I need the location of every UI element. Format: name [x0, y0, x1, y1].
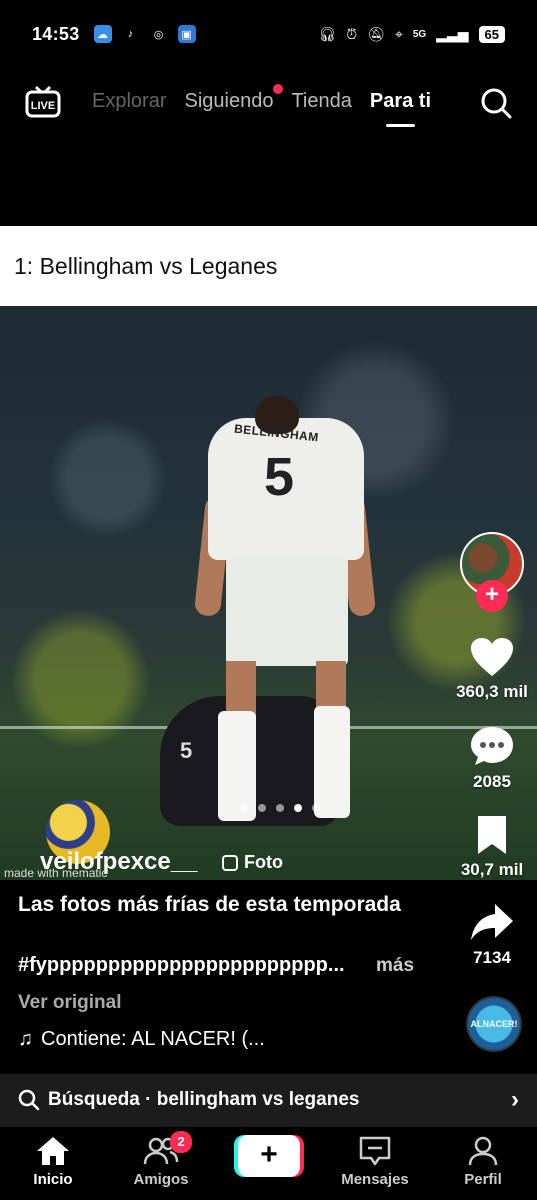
tab-para-ti[interactable]: Para ti: [370, 90, 431, 127]
photo-icon: [222, 854, 238, 871]
tab-siguiendo-label: Siguiendo: [184, 90, 274, 112]
carousel-dot-active: [294, 804, 302, 812]
status-time: 14:53: [32, 23, 80, 44]
tiktok-app-icon: ♪: [127, 28, 134, 40]
profile-icon: [468, 1136, 498, 1166]
location-icon: ⌖: [394, 25, 403, 42]
signal-icon: ▂▃▅: [436, 25, 469, 42]
notification-icons: ☁ ♪ ◎ ▣: [93, 25, 196, 43]
search-icon[interactable]: [479, 86, 513, 120]
follow-button[interactable]: +: [476, 580, 508, 612]
post-hashtags[interactable]: #fyppppppppppppppppppppppp...: [18, 954, 345, 977]
live-icon[interactable]: LIVE: [24, 84, 62, 122]
bookmark-icon: [478, 816, 506, 854]
feed-tabs: Explorar Siguiendo Tienda Para ti: [92, 84, 431, 127]
create-button[interactable]: +: [238, 1135, 300, 1177]
more-link[interactable]: más: [376, 955, 414, 977]
kneeling-player-number: 5: [180, 738, 193, 763]
status-right: 🎧︎ ⏰︎ 🔕︎ ⌖ 5G ▂▃▅ 65: [318, 25, 505, 43]
like-count: 360,3 mil: [456, 682, 528, 701]
top-nav: LIVE Explorar Siguiendo Tienda Para ti: [0, 76, 537, 136]
carousel-dots: [240, 804, 320, 812]
tab-profile[interactable]: Perfil: [438, 1135, 528, 1188]
alarm-icon: ⏰︎: [346, 25, 358, 42]
save-button[interactable]: 30,7 mil: [450, 814, 534, 880]
carousel-dot: [258, 804, 266, 812]
photo-badge: Foto: [222, 852, 283, 873]
search-suggestion-icon: [18, 1089, 40, 1111]
tab-home-label: Inicio: [33, 1171, 73, 1188]
new-content-dot: [273, 84, 284, 94]
post-caption: Las fotos más frías de esta temporada: [18, 893, 401, 916]
comment-icon: [471, 727, 513, 765]
tab-friends[interactable]: Amigos 2: [116, 1131, 206, 1188]
battery-level: 65: [478, 25, 505, 43]
tab-siguiendo[interactable]: Siguiendo: [184, 84, 284, 113]
status-bar: 14:53 ☁ ♪ ◎ ▣ 🎧︎ ⏰︎ 🔕︎ ⌖ 5G ▂▃▅ 65: [0, 0, 537, 68]
friends-badge: 2: [170, 1131, 192, 1153]
home-icon: [37, 1137, 69, 1165]
sound-info[interactable]: ♫ Contiene: AL NACER! (...: [18, 1028, 265, 1051]
post-banner: 1: Bellingham vs Leganes: [0, 226, 537, 306]
comment-button[interactable]: 2085: [450, 724, 534, 792]
nfc-icon: ◎: [153, 28, 164, 41]
share-icon: [471, 904, 513, 940]
tab-home[interactable]: Inicio: [8, 1135, 98, 1188]
tab-tienda[interactable]: Tienda: [291, 90, 351, 113]
sound-disc[interactable]: ALNACER!: [466, 996, 522, 1052]
mute-icon: 🔕︎: [367, 25, 385, 42]
share-button[interactable]: 7134: [450, 902, 534, 968]
bottom-tab-bar: Inicio Amigos 2 + Mensajes Perfil: [0, 1126, 537, 1200]
share-count: 7134: [473, 948, 511, 967]
heart-icon: [471, 638, 513, 676]
chevron-right-icon: ›: [511, 1086, 519, 1113]
sound-title: Contiene: AL NACER! (...: [41, 1028, 265, 1050]
tab-profile-label: Perfil: [464, 1171, 502, 1188]
carousel-dot: [276, 804, 284, 812]
comment-count: 2085: [473, 772, 511, 791]
photo-badge-label: Foto: [244, 852, 283, 872]
carousel-dot: [312, 804, 320, 812]
svg-text:LIVE: LIVE: [31, 100, 55, 112]
search-suggestion-text: Búsqueda · bellingham vs leganes: [48, 1089, 360, 1110]
tab-friends-label: Amigos: [133, 1171, 189, 1188]
store-app-icon: ▣: [177, 25, 196, 43]
weather-app-icon: ☁: [93, 25, 112, 43]
music-note-icon: ♫: [18, 1028, 33, 1050]
save-count: 30,7 mil: [460, 860, 524, 879]
shirt-number: 5: [264, 447, 295, 507]
tab-explorar[interactable]: Explorar: [92, 90, 166, 113]
inbox-icon: [359, 1136, 391, 1166]
watermark: made with mematic: [4, 866, 108, 880]
player-sock-right: [314, 706, 350, 818]
headphones-icon: 🎧︎: [318, 25, 337, 42]
player-shorts: [226, 556, 348, 666]
network-type: 5G: [412, 28, 427, 40]
view-original-link[interactable]: Ver original: [18, 992, 121, 1014]
carousel-dot: [240, 804, 248, 812]
post-photo[interactable]: 5 BELLINGHAM 5 veilofpexce__ Foto made w…: [0, 306, 537, 880]
tab-inbox-label: Mensajes: [341, 1171, 409, 1188]
tab-inbox[interactable]: Mensajes: [330, 1135, 420, 1188]
like-button[interactable]: 360,3 mil: [450, 636, 534, 702]
search-suggestion-bar[interactable]: Búsqueda · bellingham vs leganes ›: [0, 1074, 537, 1126]
